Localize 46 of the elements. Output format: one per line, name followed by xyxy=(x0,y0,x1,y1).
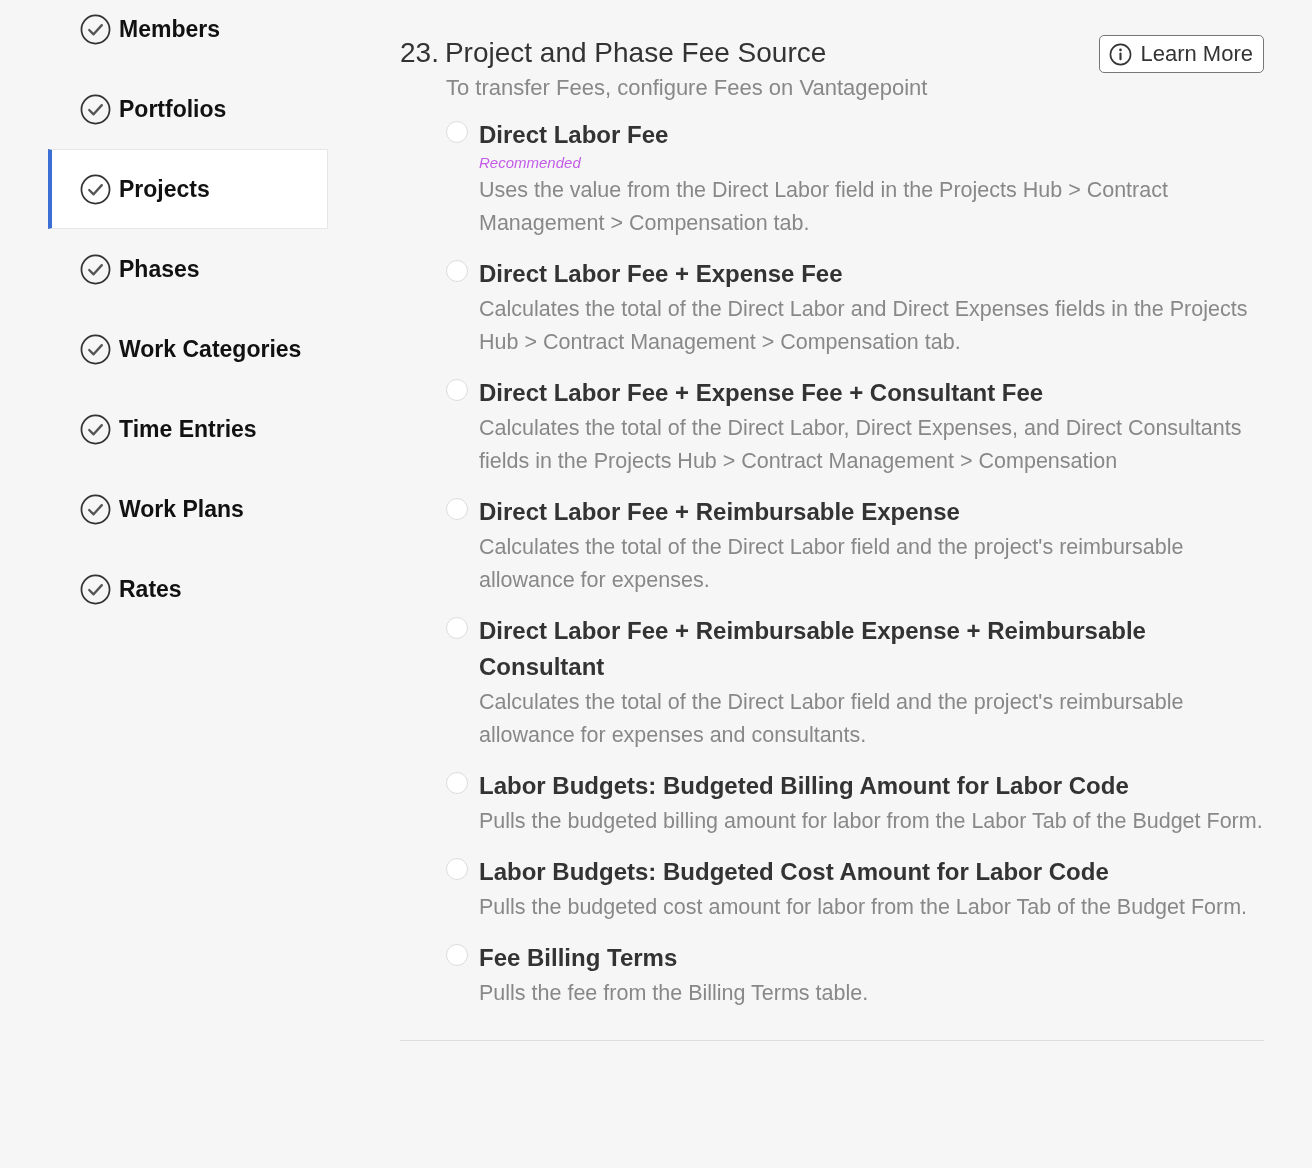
radio-button[interactable] xyxy=(446,617,468,639)
option-description: Pulls the fee from the Billing Terms table. xyxy=(479,980,869,1007)
check-circle-icon xyxy=(80,573,111,605)
option-title: Direct Labor Fee + Expense Fee xyxy=(479,259,844,289)
sidebar-item[interactable]: Work Categories xyxy=(48,309,328,389)
section-subtitle: To transfer Fees, configure Fees on Vantagepoint xyxy=(446,75,929,101)
sidebar-item[interactable]: Phases xyxy=(48,229,328,309)
radio-button[interactable] xyxy=(446,498,468,520)
option-description: Pulls the budgeted cost amount for labor from the Labor Tab of the Budget Form. xyxy=(479,894,1248,921)
learn-more-button[interactable]: Learn More xyxy=(1099,35,1264,73)
option-description: Pulls the budgeted billing amount for labor from the Labor Tab of the Budget Form. xyxy=(479,808,1263,835)
check-circle-icon xyxy=(80,413,111,445)
radio-button[interactable] xyxy=(446,379,468,401)
sidebar-item[interactable]: Work Plans xyxy=(48,469,328,549)
sidebar-item[interactable]: Members xyxy=(48,0,328,69)
info-icon xyxy=(1109,42,1133,66)
section-title: Project and Phase Fee Source xyxy=(444,37,827,69)
section-number: 23. xyxy=(400,37,439,69)
option-title: Labor Budgets: Budgeted Cost Amount for Labor Code xyxy=(479,857,1110,887)
sidebar-item[interactable]: Portfolios xyxy=(48,69,328,149)
sidebar-item[interactable]: Time Entries xyxy=(48,389,328,469)
option-description: Calculates the total of the Direct Labor field and the project's reimbursable allowance for expenses. xyxy=(479,534,1185,594)
radio-button[interactable] xyxy=(446,121,468,143)
check-circle-icon xyxy=(80,93,111,125)
option-description: Calculates the total of the Direct Labor field and the project's reimbursable allowance for expenses and consultants. xyxy=(479,689,1185,749)
option-title: Direct Labor Fee + Expense Fee + Consultant Fee xyxy=(479,378,1045,408)
recommended-label: Recommended xyxy=(479,153,582,173)
radio-button[interactable] xyxy=(446,772,468,794)
option-description: Calculates the total of the Direct Labor and Direct Expenses fields in the Projects Hub > Contract Management > Compensation tab. xyxy=(479,296,1249,356)
check-circle-icon xyxy=(80,493,111,525)
check-circle-icon xyxy=(80,333,111,365)
option-title: Direct Labor Fee + Reimbursable Expense + Reimbursable Consultant xyxy=(479,616,1147,682)
option-title: Direct Labor Fee xyxy=(479,120,670,150)
option-title: Direct Labor Fee + Reimbursable Expense xyxy=(479,497,961,527)
option-description: Uses the value from the Direct Labor field in the Projects Hub > Contract Management > Compensation tab. xyxy=(479,177,1169,237)
check-circle-icon xyxy=(80,253,111,285)
radio-button[interactable] xyxy=(446,858,468,880)
sidebar-item[interactable]: Projects xyxy=(48,149,328,229)
check-circle-icon xyxy=(80,13,111,45)
sidebar-item[interactable]: Rates xyxy=(48,549,328,629)
radio-button[interactable] xyxy=(446,944,468,966)
check-circle-icon xyxy=(80,173,111,205)
option-title: Fee Billing Terms xyxy=(479,943,679,973)
option-title: Labor Budgets: Budgeted Billing Amount for Labor Code xyxy=(479,771,1130,801)
option-description: Calculates the total of the Direct Labor, Direct Expenses, and Direct Consultants fields in the Projects Hub > Contract Management > Compensation xyxy=(479,415,1243,475)
radio-button[interactable] xyxy=(446,260,468,282)
